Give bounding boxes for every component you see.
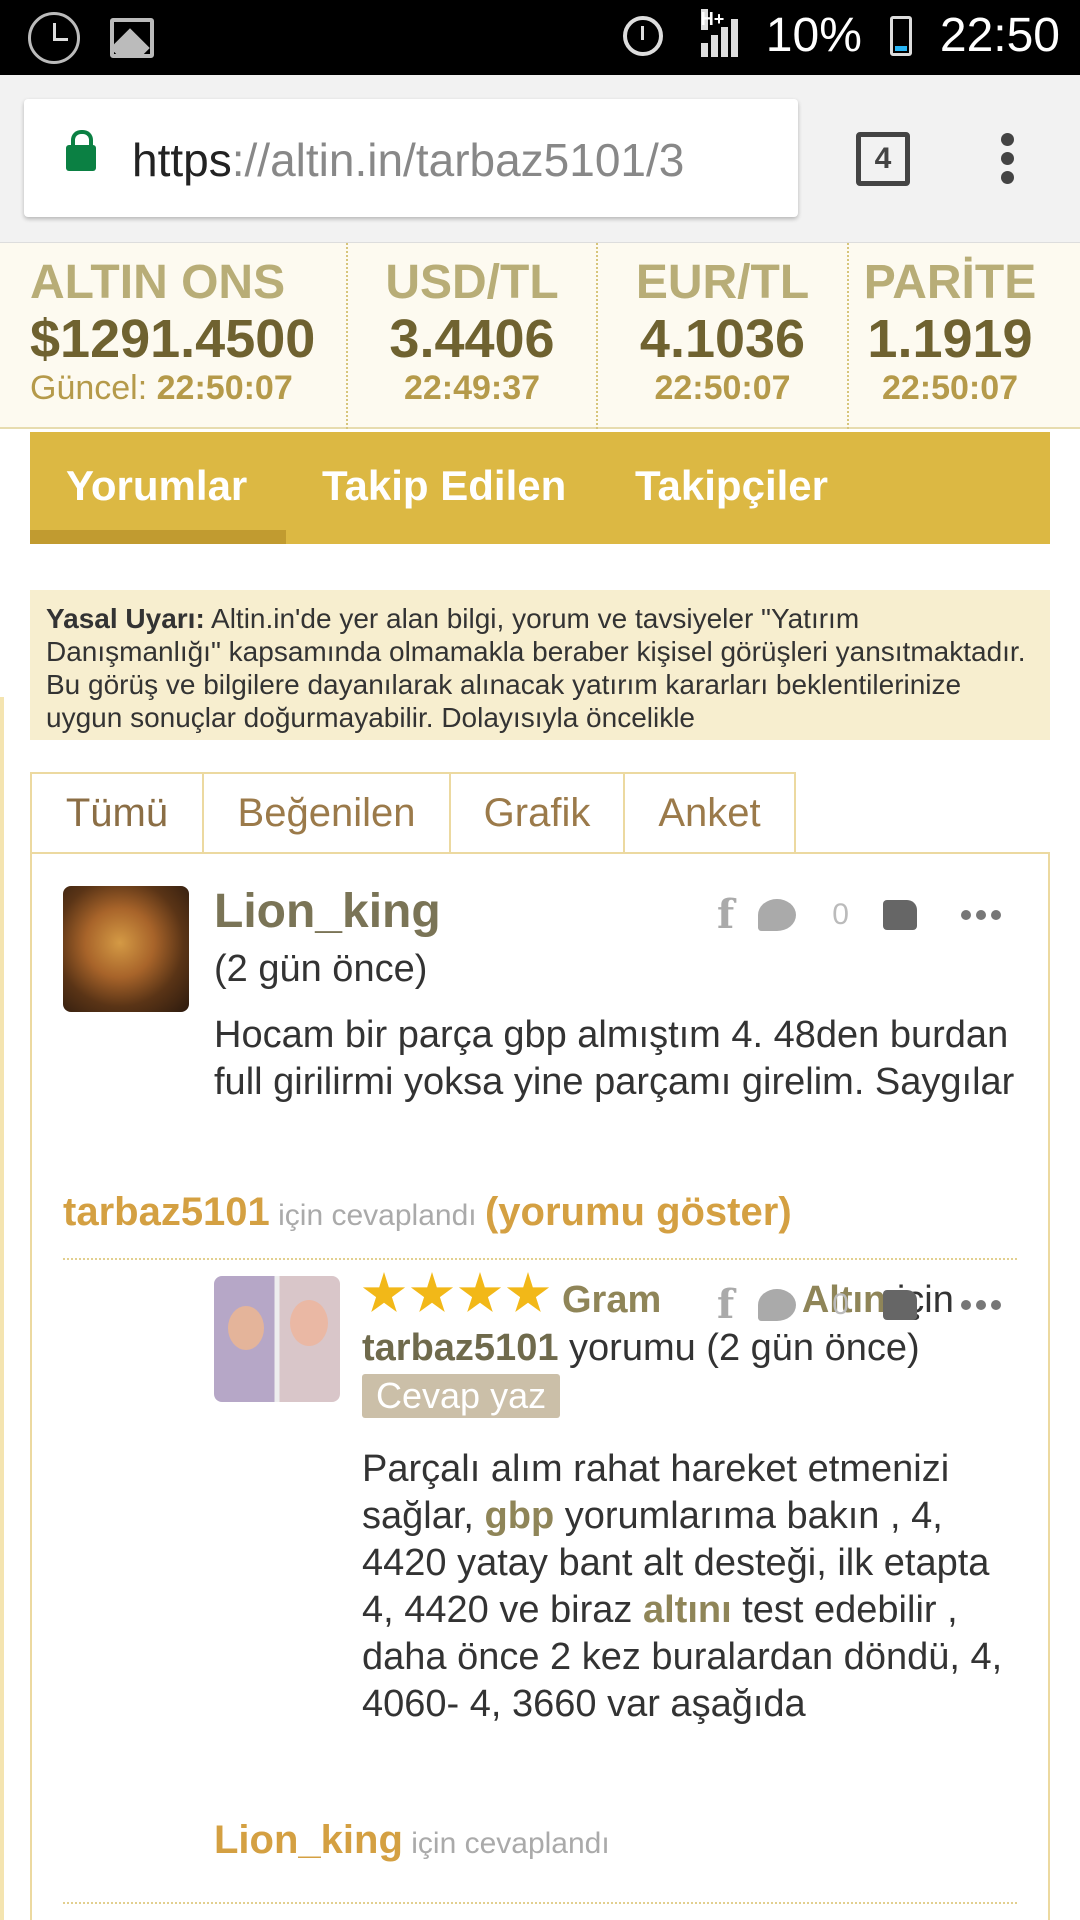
url-text[interactable]: https://altin.in/tarbaz5101/3 <box>132 133 684 187</box>
like-count: 0 <box>832 897 849 931</box>
filter-tab-all[interactable]: Tümü <box>30 772 204 854</box>
filter-tab-liked[interactable]: Beğenilen <box>204 772 451 854</box>
comment-actions: f 0 <box>717 891 1001 938</box>
avatar[interactable] <box>63 886 189 1012</box>
reply-actions: f 0 <box>717 1281 1001 1328</box>
tab-takipciler[interactable]: Takipçiler <box>635 462 828 510</box>
comment-username[interactable]: Lion_king <box>214 884 441 939</box>
replied-line: tarbaz5101 için cevaplandı (yorumu göste… <box>63 1190 792 1234</box>
price-ticker: ALTIN ONS $1291.4500 Güncel: 22:50:07 US… <box>0 243 1080 429</box>
battery-percent: 10% <box>765 9 862 62</box>
tab-switcher-button[interactable]: 4 <box>856 132 910 186</box>
facebook-share-icon[interactable]: f <box>717 1281 734 1328</box>
status-bar: H+ 10% 22:50 <box>0 0 1080 75</box>
ticker-usd-tl[interactable]: USD/TL 3.4406 22:49:37 <box>346 243 596 429</box>
lock-icon <box>66 130 96 171</box>
active-tab-indicator <box>30 530 286 544</box>
replied-to-user[interactable]: tarbaz5101 <box>63 1190 270 1234</box>
page-left-border <box>0 697 4 1920</box>
more-options-icon[interactable] <box>960 1299 1001 1310</box>
reply-username[interactable]: tarbaz5101 <box>362 1327 558 1369</box>
avatar[interactable] <box>214 1276 340 1402</box>
reply-button[interactable]: Cevap yaz <box>362 1374 561 1418</box>
tab-yorumlar[interactable]: Yorumlar <box>66 462 247 510</box>
gallery-icon <box>110 18 154 58</box>
alarm-icon <box>622 15 663 56</box>
divider <box>63 1902 1017 1904</box>
comment-filter-tabs: Tümü Beğenilen Grafik Anket <box>30 772 796 854</box>
clock-widget-icon <box>28 12 80 64</box>
reply-text: Parçalı alım rahat hareket etmenizi sağl… <box>362 1448 1003 1725</box>
ticker-altin-ons[interactable]: ALTIN ONS $1291.4500 Güncel: 22:50:07 <box>0 243 346 429</box>
comment-time: (2 gün önce) <box>214 948 428 990</box>
thumbs-up-icon[interactable] <box>882 899 917 930</box>
legal-disclaimer: Yasal Uyarı: Altin.in'de yer alan bilgi,… <box>30 590 1050 740</box>
address-bar[interactable]: https://altin.in/tarbaz5101/3 <box>24 99 798 217</box>
overflow-menu-icon[interactable] <box>1001 133 1015 185</box>
browser-toolbar: https://altin.in/tarbaz5101/3 4 <box>0 75 1080 243</box>
divider <box>63 1258 1017 1260</box>
clock-time: 22:50 <box>939 9 1060 62</box>
thumbs-up-icon[interactable] <box>882 1289 917 1320</box>
comment-text: Hocam bir parça gbp almıştım 4. 48den bu… <box>214 1014 1015 1103</box>
like-count: 0 <box>832 1287 849 1321</box>
twitter-share-icon[interactable] <box>758 1288 797 1321</box>
ticker-eur-tl[interactable]: EUR/TL 4.1036 22:50:07 <box>596 243 847 429</box>
facebook-share-icon[interactable]: f <box>717 891 734 938</box>
filter-tab-chart[interactable]: Grafik <box>451 772 625 854</box>
more-options-icon[interactable] <box>960 909 1001 920</box>
replied-line: Lion_king için cevaplandı <box>214 1818 610 1862</box>
ticker-parite[interactable]: PARİTE 1.1919 22:50:07 <box>847 243 1051 429</box>
filter-tab-poll[interactable]: Anket <box>625 772 796 854</box>
profile-tabs: Yorumlar Takip Edilen Takipçiler <box>30 432 1050 544</box>
replied-to-user[interactable]: Lion_king <box>214 1818 403 1862</box>
signal-icon: H+ <box>700 8 738 57</box>
tab-takip-edilen[interactable]: Takip Edilen <box>322 462 566 510</box>
battery-icon <box>889 15 912 56</box>
show-comment-link[interactable]: (yorumu göster) <box>485 1190 792 1234</box>
twitter-share-icon[interactable] <box>758 898 797 931</box>
